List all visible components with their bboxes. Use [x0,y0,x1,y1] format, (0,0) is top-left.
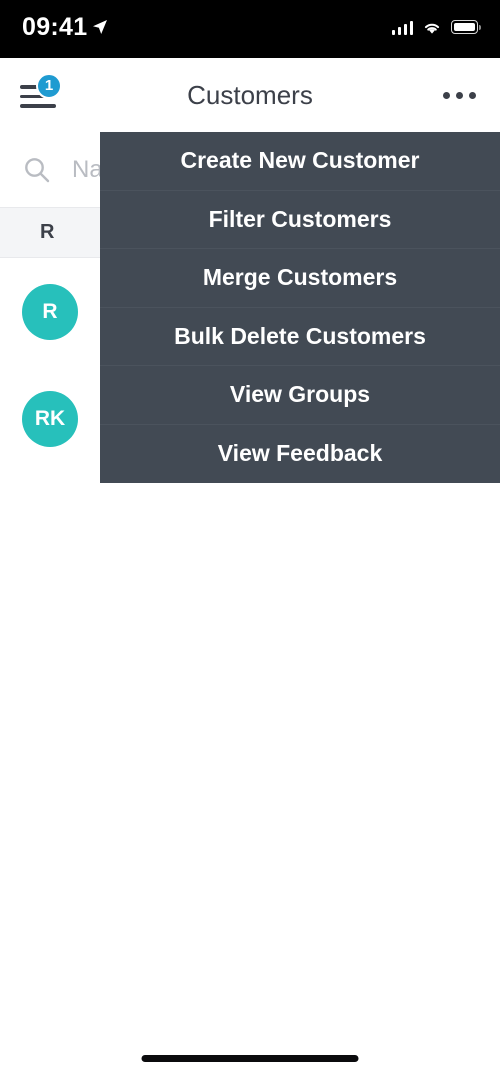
cellular-signal-icon [391,20,413,35]
avatar: R [22,283,78,340]
menu-item-filter-customers[interactable]: Filter Customers [100,191,500,249]
menu-item-merge-customers[interactable]: Merge Customers [100,249,500,308]
navigation-bar: 1 Customers [0,58,500,133]
location-arrow-icon [93,20,108,34]
home-indicator[interactable] [141,1055,359,1062]
options-dropdown-menu: Create New Customer Filter Customers Mer… [100,132,500,483]
status-bar-left: 09:41 [22,12,108,41]
wifi-icon [424,23,440,34]
menu-item-bulk-delete-customers[interactable]: Bulk Delete Customers [100,308,500,366]
status-bar: 09:41 [0,0,500,58]
menu-item-view-groups[interactable]: View Groups [100,366,500,425]
status-bar-right [391,20,481,35]
hamburger-menu-icon[interactable]: 1 [20,72,62,113]
more-options-icon[interactable] [439,82,480,109]
avatar: RK [22,390,78,447]
search-icon [25,158,50,183]
phone-screen: 09:41 1 Customers Name R R RK Create New… [0,0,500,1080]
page-title: Customers [187,80,313,110]
status-bar-time: 09:41 [22,12,88,41]
notification-badge: 1 [36,72,62,99]
menu-item-create-new-customer[interactable]: Create New Customer [100,132,500,191]
battery-full-icon [451,20,481,34]
menu-item-view-feedback[interactable]: View Feedback [100,425,500,484]
